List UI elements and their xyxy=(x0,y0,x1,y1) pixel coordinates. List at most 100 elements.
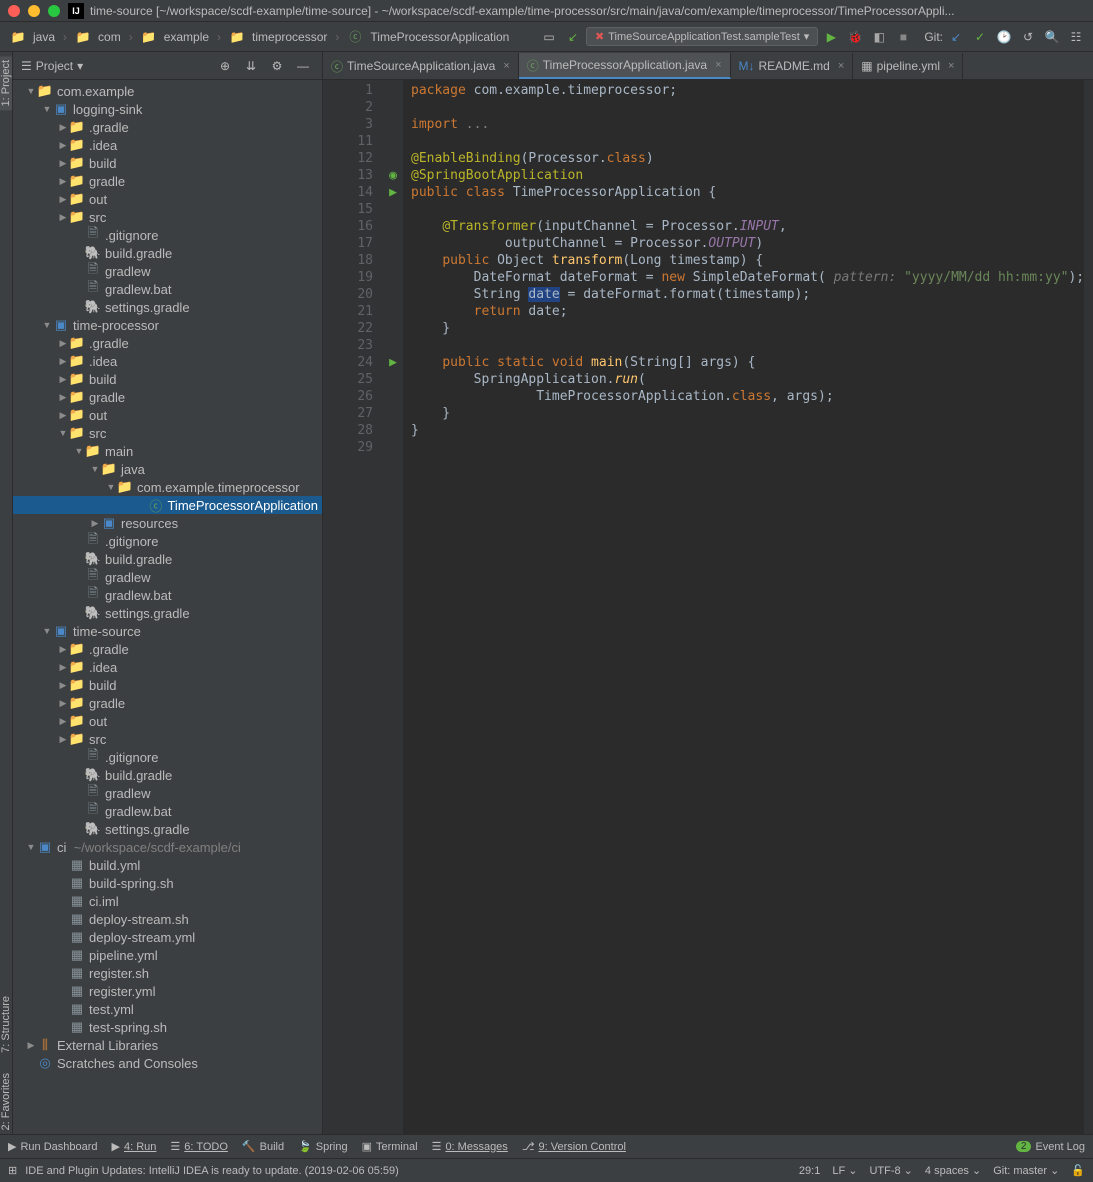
tree-file[interactable]: 🗎.gitignore xyxy=(13,748,322,766)
build-tool-button[interactable]: 🔨 Build xyxy=(242,1140,284,1153)
tree-file[interactable]: 🗎gradlew xyxy=(13,568,322,586)
structure-tool-button[interactable]: 7: Structure xyxy=(0,992,12,1057)
tree-folder[interactable]: ▶📁.idea xyxy=(13,352,322,370)
tree-file[interactable]: 🐘settings.gradle xyxy=(13,604,322,622)
minimize-window-button[interactable] xyxy=(28,5,40,17)
tree-file[interactable]: 🐘build.gradle xyxy=(13,766,322,784)
messages-tool-button[interactable]: ☰ 0: Messages xyxy=(432,1140,508,1153)
tree-folder[interactable]: ▶📁out xyxy=(13,406,322,424)
gutter-icons[interactable]: ◉▶ ▶ xyxy=(383,80,403,1134)
close-icon[interactable]: × xyxy=(503,60,509,72)
tree-folder[interactable]: ▶📁out xyxy=(13,712,322,730)
close-icon[interactable]: × xyxy=(715,59,721,71)
tree-folder[interactable]: ▶📁.idea xyxy=(13,136,322,154)
tree-file[interactable]: 🐘build.gradle xyxy=(13,244,322,262)
tree-class-selected[interactable]: ⓒTimeProcessorApplication xyxy=(13,496,322,514)
debug-button[interactable]: 🐞 xyxy=(844,26,866,48)
error-stripe[interactable] xyxy=(1084,80,1093,1134)
tree-folder[interactable]: ▼📁com.example xyxy=(13,82,322,100)
tree-folder[interactable]: ▶📁build xyxy=(13,676,322,694)
tree-module[interactable]: ▼▣ci ~/workspace/scdf-example/ci xyxy=(13,838,322,856)
breadcrumb-item[interactable]: ⓒTimeProcessorApplication xyxy=(343,26,513,47)
tree-folder[interactable]: ▶📁gradle xyxy=(13,694,322,712)
vcs-tool-button[interactable]: ⎇ 9: Version Control xyxy=(522,1140,626,1153)
tree-file[interactable]: ▦test.yml xyxy=(13,1000,322,1018)
editor-tab[interactable]: ⓒTimeSourceApplication.java× xyxy=(323,53,519,79)
editor-tab[interactable]: ▦pipeline.yml× xyxy=(853,53,963,79)
tree-file[interactable]: 🗎gradlew.bat xyxy=(13,280,322,298)
tree-file[interactable]: 🗎gradlew.bat xyxy=(13,586,322,604)
run-button[interactable]: ▶ xyxy=(820,26,842,48)
breadcrumb-item[interactable]: 📁timeprocessor xyxy=(225,28,331,46)
tree-file[interactable]: ▦register.yml xyxy=(13,982,322,1000)
coverage-button[interactable]: ◧ xyxy=(868,26,890,48)
project-tool-button[interactable]: 1: Project xyxy=(0,56,12,110)
tool-windows-icon[interactable]: ⊞ xyxy=(8,1164,17,1177)
git-pull-button[interactable]: ↙ xyxy=(945,26,967,48)
tree-external-libraries[interactable]: ▶⫼External Libraries xyxy=(13,1036,322,1054)
tree-folder[interactable]: ▶📁gradle xyxy=(13,388,322,406)
terminal-tool-button[interactable]: ▣ Terminal xyxy=(362,1140,418,1153)
run-tool-button[interactable]: ▶ 4: Run xyxy=(112,1140,157,1153)
editor-tab-active[interactable]: ⓒTimeProcessorApplication.java× xyxy=(519,53,731,79)
device-icon[interactable]: ▭ xyxy=(538,26,560,48)
favorites-tool-button[interactable]: 2: Favorites xyxy=(0,1069,12,1134)
cursor-position[interactable]: 29:1 xyxy=(799,1165,820,1177)
tree-folder[interactable]: ▶📁src xyxy=(13,208,322,226)
git-history-button[interactable]: 🕑 xyxy=(993,26,1015,48)
locate-button[interactable]: ⊕ xyxy=(214,55,236,77)
line-number-gutter[interactable]: 1231112131415161718192021222324252627282… xyxy=(323,80,383,1134)
git-revert-button[interactable]: ↺ xyxy=(1017,26,1039,48)
breadcrumb-item[interactable]: 📁com xyxy=(71,28,125,46)
tree-file[interactable]: ▦build-spring.sh xyxy=(13,874,322,892)
gear-icon[interactable]: ⚙ xyxy=(266,55,288,77)
hide-panel-button[interactable]: — xyxy=(292,55,314,77)
editor-body[interactable]: 1231112131415161718192021222324252627282… xyxy=(323,80,1093,1134)
tree-folder[interactable]: ▼📁java xyxy=(13,460,322,478)
editor-tab[interactable]: M↓README.md× xyxy=(731,53,854,79)
tree-file[interactable]: 🗎gradlew xyxy=(13,262,322,280)
close-window-button[interactable] xyxy=(8,5,20,17)
run-configuration-selector[interactable]: ✖ TimeSourceApplicationTest.sampleTest ▾ xyxy=(586,27,818,46)
read-only-icon[interactable]: 🔓 xyxy=(1071,1164,1085,1177)
tree-file[interactable]: ▦build.yml xyxy=(13,856,322,874)
git-commit-button[interactable]: ✓ xyxy=(969,26,991,48)
search-everywhere-button[interactable]: 🔍 xyxy=(1041,26,1063,48)
tree-file[interactable]: ▦ci.iml xyxy=(13,892,322,910)
tree-file[interactable]: 🐘settings.gradle xyxy=(13,820,322,838)
tree-file[interactable]: 🗎.gitignore xyxy=(13,532,322,550)
spring-tool-button[interactable]: 🍃 Spring xyxy=(298,1140,348,1153)
event-log-button[interactable]: 2 Event Log xyxy=(1016,1141,1085,1153)
breadcrumb-item[interactable]: 📁java xyxy=(6,28,59,46)
settings-icon[interactable]: ☷ xyxy=(1065,26,1087,48)
run-dashboard-button[interactable]: ▶ Run Dashboard xyxy=(8,1140,98,1153)
tree-module[interactable]: ▼▣time-source xyxy=(13,622,322,640)
tree-module[interactable]: ▼▣time-processor xyxy=(13,316,322,334)
tree-folder[interactable]: ▶📁build xyxy=(13,154,322,172)
tree-file[interactable]: ▦pipeline.yml xyxy=(13,946,322,964)
tree-folder[interactable]: ▶📁.idea xyxy=(13,658,322,676)
close-icon[interactable]: × xyxy=(948,60,954,72)
tree-file[interactable]: ▦register.sh xyxy=(13,964,322,982)
tree-folder[interactable]: ▶📁out xyxy=(13,190,322,208)
tree-folder[interactable]: ▼📁src xyxy=(13,424,322,442)
breadcrumb-item[interactable]: 📁example xyxy=(137,28,213,46)
file-encoding[interactable]: UTF-8 ⌄ xyxy=(869,1164,912,1177)
tree-file[interactable]: 🐘settings.gradle xyxy=(13,298,322,316)
tree-folder[interactable]: ▶📁src xyxy=(13,730,322,748)
tree-package[interactable]: ▼📁com.example.timeprocessor xyxy=(13,478,322,496)
stop-button[interactable]: ■ xyxy=(892,26,914,48)
tree-folder[interactable]: ▶▣resources xyxy=(13,514,322,532)
tree-file[interactable]: 🗎gradlew.bat xyxy=(13,802,322,820)
todo-tool-button[interactable]: ☰ 6: TODO xyxy=(170,1140,227,1153)
tree-scratches[interactable]: ◎Scratches and Consoles xyxy=(13,1054,322,1072)
line-separator[interactable]: LF ⌄ xyxy=(832,1164,857,1177)
tree-file[interactable]: ▦test-spring.sh xyxy=(13,1018,322,1036)
tree-file[interactable]: ▦deploy-stream.yml xyxy=(13,928,322,946)
tree-file[interactable]: ▦deploy-stream.sh xyxy=(13,910,322,928)
project-tree[interactable]: ▼📁com.example ▼▣logging-sink ▶📁.gradle ▶… xyxy=(13,80,322,1134)
tree-file[interactable]: 🗎gradlew xyxy=(13,784,322,802)
tree-folder[interactable]: ▼📁main xyxy=(13,442,322,460)
tree-folder[interactable]: ▶📁.gradle xyxy=(13,118,322,136)
indent-settings[interactable]: 4 spaces ⌄ xyxy=(925,1164,981,1177)
